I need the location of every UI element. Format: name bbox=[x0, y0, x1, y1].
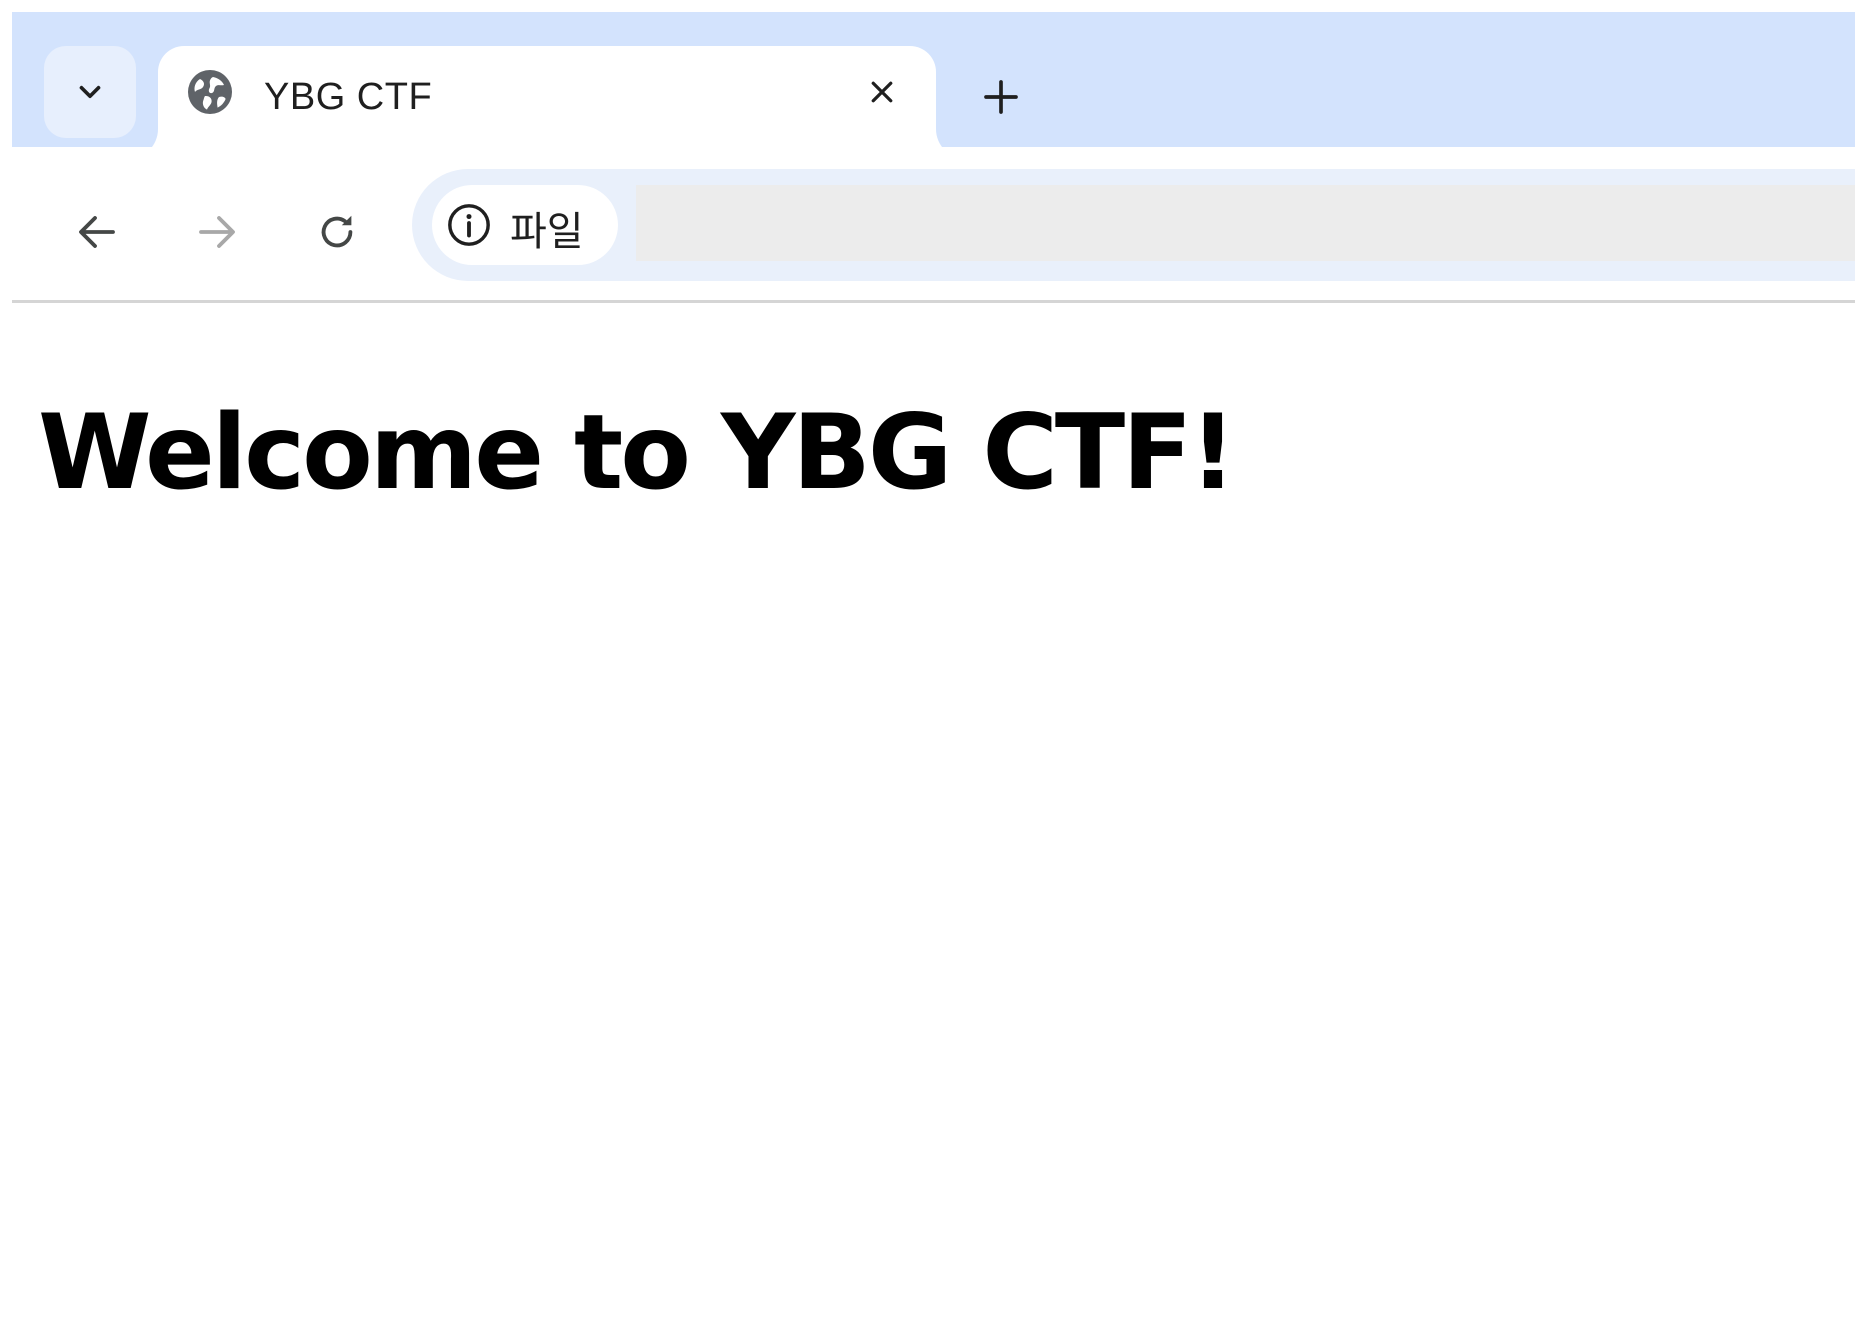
close-icon bbox=[871, 81, 893, 103]
site-info-label: 파일 bbox=[510, 210, 584, 254]
reload-icon bbox=[321, 215, 353, 248]
reload-button[interactable] bbox=[302, 197, 372, 267]
plus-icon bbox=[984, 80, 1018, 114]
chevron-down-icon bbox=[79, 85, 101, 99]
browser-toolbar: 파일 bbox=[12, 147, 1855, 300]
url-input[interactable] bbox=[636, 185, 1855, 261]
forward-button[interactable] bbox=[182, 197, 252, 267]
tab-strip: YBG CTF bbox=[12, 12, 1855, 159]
page-viewport: Welcome to YBG CTF! bbox=[12, 303, 1855, 1319]
arrow-left-icon bbox=[79, 216, 115, 248]
tab-title: YBG CTF bbox=[264, 76, 433, 118]
address-bar[interactable]: 파일 bbox=[412, 169, 1855, 281]
new-tab-button[interactable] bbox=[972, 68, 1030, 126]
site-info-chip[interactable]: 파일 bbox=[432, 185, 618, 265]
tab-search-button[interactable] bbox=[44, 46, 136, 138]
browser-window: YBG CTF 파일 Welcome to YBG CTF! bbox=[0, 0, 1855, 1319]
globe-icon bbox=[188, 70, 232, 114]
window-edge bbox=[0, 0, 12, 1319]
tab-close-button[interactable] bbox=[858, 68, 906, 116]
arrow-right-icon bbox=[199, 216, 235, 248]
back-button[interactable] bbox=[62, 197, 132, 267]
info-icon bbox=[448, 204, 490, 246]
page-heading: Welcome to YBG CTF! bbox=[38, 393, 1236, 513]
tab-active[interactable]: YBG CTF bbox=[158, 46, 936, 159]
